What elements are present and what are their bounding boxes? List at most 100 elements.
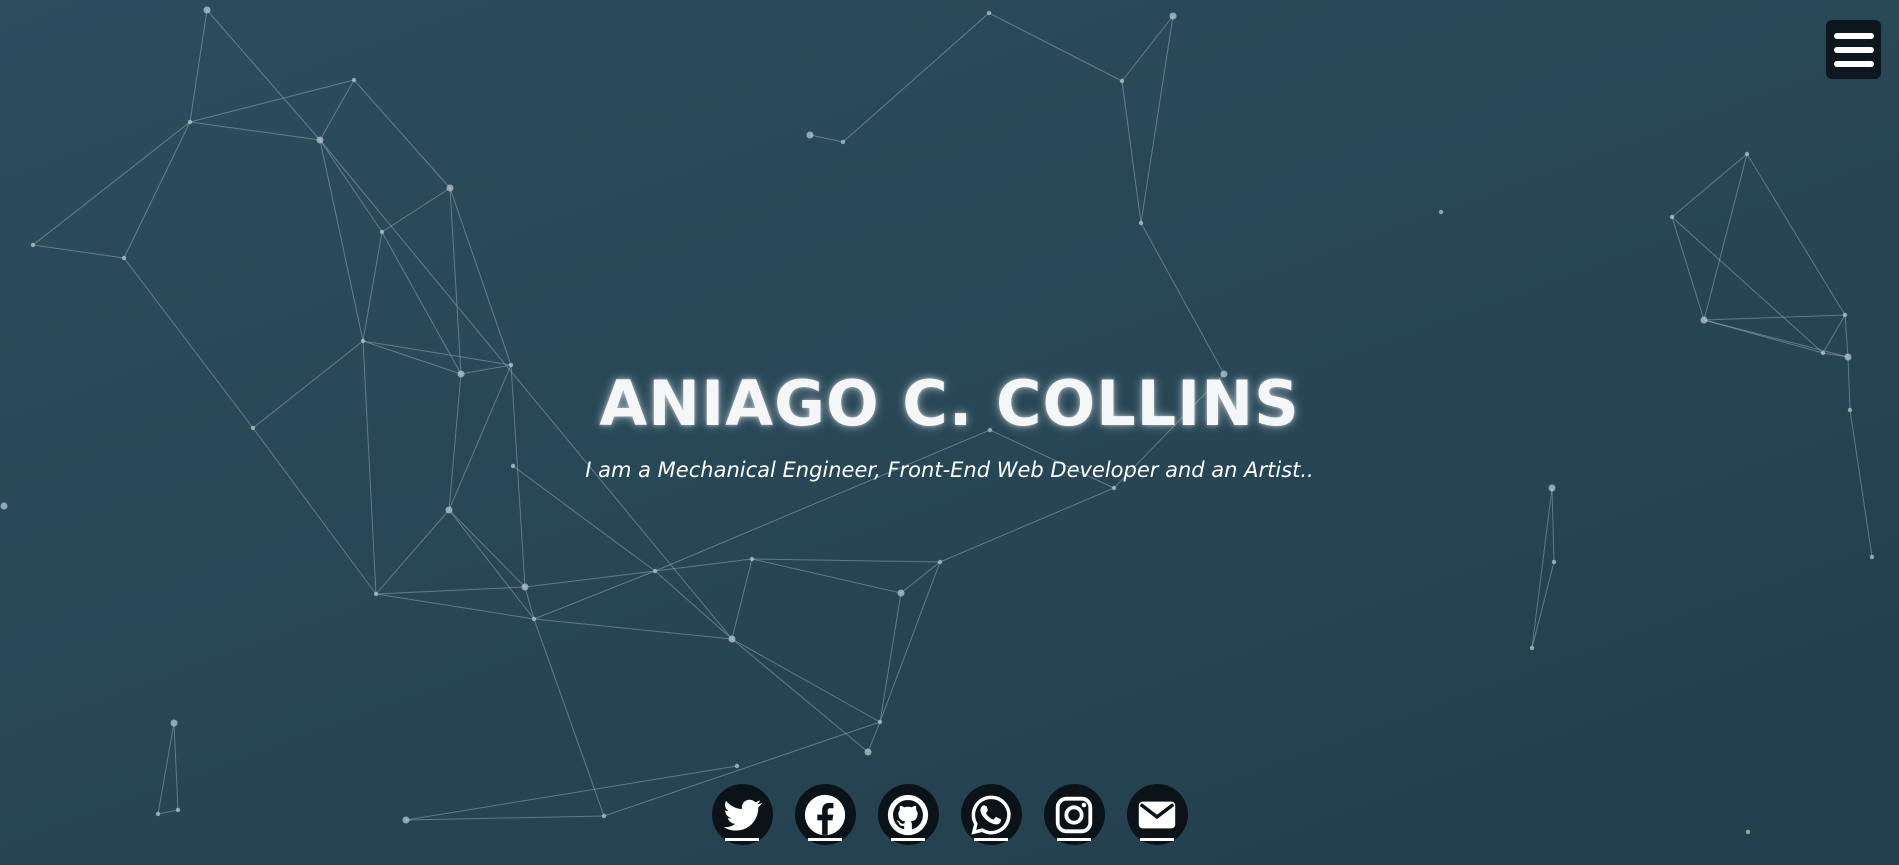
network-node xyxy=(1744,151,1750,157)
network-link xyxy=(654,570,733,640)
network-link xyxy=(362,231,383,342)
network-node xyxy=(877,719,883,725)
social-links xyxy=(0,784,1899,845)
icon-underline xyxy=(1139,838,1174,841)
network-node xyxy=(728,635,736,643)
network-node xyxy=(445,506,453,514)
network-node xyxy=(1844,353,1852,361)
network-link xyxy=(1121,15,1174,82)
twitter-icon xyxy=(723,799,763,831)
network-link xyxy=(867,721,881,753)
github-link[interactable] xyxy=(877,784,939,845)
network-node xyxy=(30,242,36,248)
network-node xyxy=(1548,484,1556,492)
network-node xyxy=(652,568,658,574)
hero-tagline: I am a Mechanical Engineer, Front-End We… xyxy=(585,458,1314,482)
network-link xyxy=(939,487,1115,563)
menu-bar xyxy=(1833,60,1874,67)
network-link xyxy=(731,638,869,753)
network-link xyxy=(1822,314,1846,354)
network-node xyxy=(187,119,193,125)
twitter-link[interactable] xyxy=(711,784,773,845)
network-node xyxy=(864,748,872,756)
icon-underline xyxy=(890,838,925,841)
network-node xyxy=(1842,312,1848,318)
network-link xyxy=(319,79,355,141)
network-link xyxy=(1671,153,1748,218)
icon-underline xyxy=(724,838,759,841)
network-link xyxy=(189,121,321,141)
hero: ANIAGO C. COLLINS I am a Mechanical Engi… xyxy=(0,365,1899,483)
network-link xyxy=(189,79,355,123)
network-node xyxy=(986,10,992,16)
github-icon xyxy=(887,794,929,835)
icon-underline xyxy=(1056,838,1091,841)
icon-underline xyxy=(807,838,842,841)
network-node xyxy=(1869,554,1875,560)
network-node xyxy=(373,591,379,597)
network-node xyxy=(316,136,324,144)
hero-name: ANIAGO C. COLLINS xyxy=(599,367,1300,440)
network-link xyxy=(353,79,451,189)
facebook-link[interactable] xyxy=(794,784,856,845)
network-link xyxy=(32,244,125,259)
menu-bar xyxy=(1833,46,1874,53)
network-link xyxy=(123,121,191,259)
network-node xyxy=(203,6,211,14)
network-link xyxy=(1746,153,1846,316)
network-node xyxy=(121,255,127,261)
whatsapp-icon xyxy=(971,795,1011,835)
network-node xyxy=(1119,78,1125,84)
network-link xyxy=(381,231,462,375)
network-node xyxy=(521,583,529,591)
network-link xyxy=(319,139,364,342)
network-node xyxy=(379,229,385,235)
network-link xyxy=(1140,222,1225,375)
instagram-icon xyxy=(1055,796,1093,833)
network-link xyxy=(206,9,321,141)
whatsapp-link[interactable] xyxy=(960,784,1022,845)
icon-underline xyxy=(973,838,1008,841)
network-link xyxy=(731,638,881,723)
network-link xyxy=(32,121,191,246)
network-node xyxy=(1529,645,1535,651)
network-link xyxy=(1844,314,1849,358)
network-link xyxy=(1703,319,1849,358)
network-link xyxy=(381,187,451,233)
network-link xyxy=(375,509,450,595)
network-node xyxy=(734,763,740,769)
network-node xyxy=(1111,485,1117,491)
network-node xyxy=(1669,214,1675,220)
network-link xyxy=(988,12,1123,82)
network-node xyxy=(1700,316,1708,324)
menu-button[interactable] xyxy=(1826,20,1881,79)
network-link xyxy=(533,618,733,640)
network-link xyxy=(809,134,844,143)
network-link xyxy=(448,509,526,588)
network-link xyxy=(1703,153,1748,321)
network-node xyxy=(1438,209,1444,215)
network-link xyxy=(879,592,902,723)
network-node xyxy=(0,502,8,510)
network-node xyxy=(937,559,943,565)
network-link xyxy=(375,593,535,620)
network-node xyxy=(840,139,846,145)
network-link xyxy=(1551,487,1555,563)
network-node xyxy=(1169,12,1177,20)
network-link xyxy=(375,586,526,595)
network-node xyxy=(531,616,537,622)
network-link xyxy=(1671,216,1705,321)
network-node xyxy=(897,589,905,597)
network-link xyxy=(1671,216,1824,354)
email-link[interactable] xyxy=(1126,784,1188,845)
envelope-icon xyxy=(1138,801,1176,828)
network-link xyxy=(189,9,208,123)
network-link xyxy=(1703,314,1846,321)
facebook-icon xyxy=(804,794,846,835)
network-link xyxy=(524,586,535,620)
network-link xyxy=(842,12,990,143)
network-node xyxy=(360,338,366,344)
network-link xyxy=(751,558,941,563)
network-node xyxy=(170,719,178,727)
instagram-link[interactable] xyxy=(1043,784,1105,845)
